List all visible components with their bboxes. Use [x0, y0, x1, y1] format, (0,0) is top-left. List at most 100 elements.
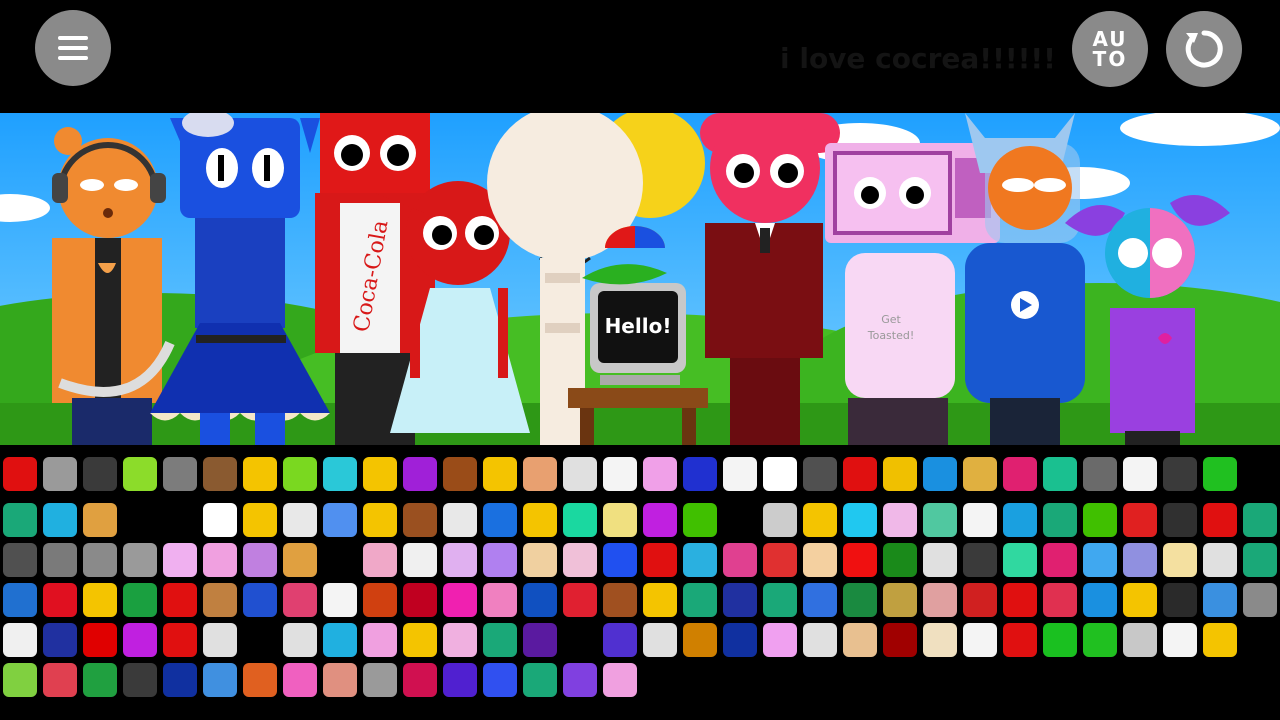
palette-icon-6-12[interactable]	[443, 663, 477, 697]
palette-icon-5-16[interactable]	[603, 623, 637, 657]
palette-icon-4-32[interactable]	[1243, 583, 1277, 617]
palette-icon-2-16[interactable]	[603, 503, 637, 537]
palette-icon-3-32[interactable]	[1243, 543, 1277, 577]
palette-icon-6-9[interactable]	[323, 663, 357, 697]
palette-icon-1-5[interactable]	[163, 457, 197, 491]
palette-icon-1-24[interactable]	[923, 457, 957, 491]
palette-icon-1-8[interactable]	[283, 457, 317, 491]
palette-icon-6-15[interactable]	[563, 663, 597, 697]
palette-icon-4-29[interactable]	[1123, 583, 1157, 617]
palette-icon-1-27[interactable]	[1043, 457, 1077, 491]
palette-icon-4-17[interactable]	[643, 583, 677, 617]
palette-icon-3-9[interactable]	[323, 543, 357, 577]
palette-icon-2-7[interactable]	[243, 503, 277, 537]
palette-icon-5-18[interactable]	[683, 623, 717, 657]
palette-icon-3-17[interactable]	[643, 543, 677, 577]
palette-icon-4-12[interactable]	[443, 583, 477, 617]
palette-icon-3-6[interactable]	[203, 543, 237, 577]
palette-icon-6-14[interactable]	[523, 663, 557, 697]
palette-icon-1-3[interactable]	[83, 457, 117, 491]
palette-icon-3-29[interactable]	[1123, 543, 1157, 577]
palette-icon-3-4[interactable]	[123, 543, 157, 577]
palette-icon-5-2[interactable]	[43, 623, 77, 657]
palette-icon-5-31[interactable]	[1203, 623, 1237, 657]
palette-icon-1-26[interactable]	[1003, 457, 1037, 491]
palette-icon-4-22[interactable]	[843, 583, 877, 617]
palette-icon-3-25[interactable]	[963, 543, 997, 577]
palette-icon-6-1[interactable]	[3, 663, 37, 697]
palette-icon-1-1[interactable]	[3, 457, 37, 491]
palette-icon-1-25[interactable]	[963, 457, 997, 491]
palette-icon-5-20[interactable]	[763, 623, 797, 657]
palette-icon-1-15[interactable]	[563, 457, 597, 491]
palette-icon-3-30[interactable]	[1163, 543, 1197, 577]
palette-icon-2-21[interactable]	[803, 503, 837, 537]
palette-icon-4-5[interactable]	[163, 583, 197, 617]
palette-icon-4-21[interactable]	[803, 583, 837, 617]
palette-icon-5-21[interactable]	[803, 623, 837, 657]
palette-icon-4-11[interactable]	[403, 583, 437, 617]
palette-icon-1-12[interactable]	[443, 457, 477, 491]
palette-icon-5-24[interactable]	[923, 623, 957, 657]
palette-icon-4-13[interactable]	[483, 583, 517, 617]
palette-icon-4-16[interactable]	[603, 583, 637, 617]
palette-icon-4-15[interactable]	[563, 583, 597, 617]
palette-icon-5-17[interactable]	[643, 623, 677, 657]
palette-icon-4-14[interactable]	[523, 583, 557, 617]
palette-icon-2-31[interactable]	[1203, 503, 1237, 537]
palette-icon-2-10[interactable]	[363, 503, 397, 537]
palette-icon-2-23[interactable]	[883, 503, 917, 537]
palette-icon-6-10[interactable]	[363, 663, 397, 697]
reset-button[interactable]	[1166, 11, 1242, 87]
palette-icon-4-20[interactable]	[763, 583, 797, 617]
palette-icon-5-10[interactable]	[363, 623, 397, 657]
palette-icon-3-23[interactable]	[883, 543, 917, 577]
palette-icon-4-30[interactable]	[1163, 583, 1197, 617]
palette-icon-3-22[interactable]	[843, 543, 877, 577]
palette-icon-3-19[interactable]	[723, 543, 757, 577]
palette-icon-2-11[interactable]	[403, 503, 437, 537]
palette-icon-2-18[interactable]	[683, 503, 717, 537]
palette-icon-4-6[interactable]	[203, 583, 237, 617]
palette-icon-5-22[interactable]	[843, 623, 877, 657]
palette-icon-4-7[interactable]	[243, 583, 277, 617]
palette-icon-1-23[interactable]	[883, 457, 917, 491]
palette-icon-6-13[interactable]	[483, 663, 517, 697]
palette-icon-3-18[interactable]	[683, 543, 717, 577]
palette-icon-1-28[interactable]	[1083, 457, 1117, 491]
palette-icon-4-19[interactable]	[723, 583, 757, 617]
palette-icon-2-17[interactable]	[643, 503, 677, 537]
palette-icon-1-16[interactable]	[603, 457, 637, 491]
palette-icon-2-29[interactable]	[1123, 503, 1157, 537]
palette-icon-5-4[interactable]	[123, 623, 157, 657]
palette-icon-5-7[interactable]	[243, 623, 277, 657]
palette-icon-3-27[interactable]	[1043, 543, 1077, 577]
palette-icon-4-24[interactable]	[923, 583, 957, 617]
palette-icon-2-12[interactable]	[443, 503, 477, 537]
palette-icon-1-21[interactable]	[803, 457, 837, 491]
palette-icon-1-29[interactable]	[1123, 457, 1157, 491]
palette-icon-2-15[interactable]	[563, 503, 597, 537]
palette-icon-2-3[interactable]	[83, 503, 117, 537]
palette-icon-6-8[interactable]	[283, 663, 317, 697]
palette-icon-3-5[interactable]	[163, 543, 197, 577]
auto-button[interactable]: AU TO	[1072, 11, 1148, 87]
palette-icon-4-3[interactable]	[83, 583, 117, 617]
palette-icon-1-13[interactable]	[483, 457, 517, 491]
palette-icon-3-8[interactable]	[283, 543, 317, 577]
palette-icon-3-16[interactable]	[603, 543, 637, 577]
palette-icon-2-5[interactable]	[163, 503, 197, 537]
palette-icon-4-2[interactable]	[43, 583, 77, 617]
palette-icon-5-23[interactable]	[883, 623, 917, 657]
palette-icon-2-6[interactable]	[203, 503, 237, 537]
palette-icon-3-13[interactable]	[483, 543, 517, 577]
palette-icon-3-28[interactable]	[1083, 543, 1117, 577]
palette-icon-1-11[interactable]	[403, 457, 437, 491]
palette-icon-2-28[interactable]	[1083, 503, 1117, 537]
palette-icon-2-2[interactable]	[43, 503, 77, 537]
palette-icon-1-10[interactable]	[363, 457, 397, 491]
palette-icon-2-19[interactable]	[723, 503, 757, 537]
palette-icon-5-29[interactable]	[1123, 623, 1157, 657]
palette-icon-2-22[interactable]	[843, 503, 877, 537]
palette-icon-1-14[interactable]	[523, 457, 557, 491]
